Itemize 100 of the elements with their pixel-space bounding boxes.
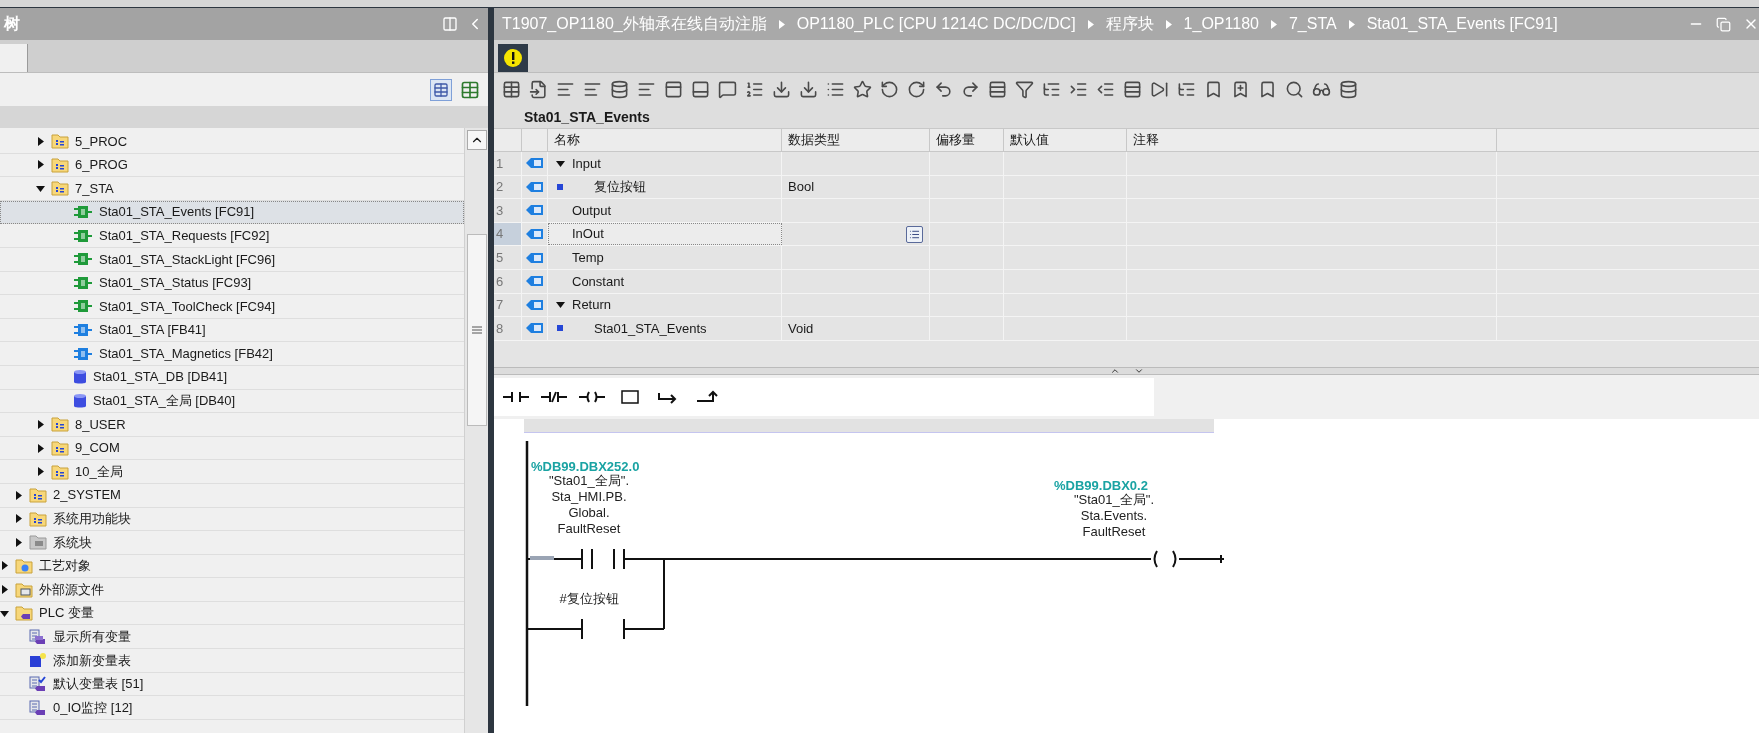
table-icon[interactable] [502, 80, 521, 99]
tree-item[interactable]: 6_PROG [0, 153, 464, 178]
tree-item[interactable]: 5_PROC [0, 130, 464, 154]
column-header[interactable]: 数据类型 [782, 129, 930, 151]
tree-item[interactable]: 添加新变量表 [0, 649, 464, 673]
variable-name[interactable]: Temp [572, 247, 604, 268]
caret-icon[interactable] [36, 419, 45, 429]
tree-item[interactable]: Sta01_STA_ToolCheck [FC94] [0, 295, 464, 319]
tree-item[interactable]: PLC 变量 [0, 601, 464, 626]
list-icon[interactable] [637, 80, 656, 99]
warning-tab[interactable] [498, 44, 528, 72]
type-picker-button[interactable] [906, 225, 923, 243]
row-number[interactable]: 8 [494, 317, 522, 340]
table-icon[interactable] [430, 78, 452, 101]
variable-name[interactable]: 复位按钮 [572, 177, 646, 197]
search-icon[interactable] [1285, 80, 1304, 99]
variable-name[interactable]: Constant [572, 271, 625, 291]
rotate-icon[interactable] [880, 80, 899, 99]
redo-icon[interactable] [961, 80, 980, 99]
data-type[interactable]: Void [788, 318, 814, 339]
glasses-icon[interactable] [1312, 80, 1331, 99]
caret-icon[interactable] [14, 537, 23, 547]
tree-item[interactable]: 外部源文件 [0, 578, 464, 602]
align-icon[interactable] [556, 80, 575, 99]
variable-name[interactable]: Input [572, 153, 601, 174]
column-header[interactable]: 注释 [1127, 129, 1497, 151]
rows-icon[interactable] [988, 80, 1007, 99]
tree-item[interactable]: Sta01_STA_Magnetics [FB42] [0, 342, 464, 366]
database-icon[interactable] [610, 80, 629, 99]
file-icon[interactable] [529, 80, 548, 99]
download-icon[interactable] [772, 80, 791, 99]
tree-item[interactable]: 9_COM [0, 436, 464, 461]
tree-item[interactable]: Sta01_STA [FB41] [0, 318, 464, 343]
column-header[interactable]: 默认值 [1004, 129, 1127, 151]
tree-item[interactable]: Sta01_STA_StackLight [FC96] [0, 247, 464, 272]
variable-name[interactable]: Return [572, 295, 612, 315]
list-icon[interactable] [745, 80, 764, 99]
caret-icon[interactable] [36, 160, 45, 170]
tree-item[interactable]: Sta01_STA_Status [FC93] [0, 271, 464, 296]
row-number[interactable]: 6 [494, 269, 522, 293]
folder-icon [51, 463, 69, 480]
variable-name[interactable]: InOut [572, 224, 604, 244]
tree-item[interactable]: 系统用功能块 [0, 507, 464, 532]
list-icon[interactable] [1177, 80, 1196, 99]
tree-item[interactable]: Sta01_STA_DB [DB41] [0, 365, 464, 390]
tree-item[interactable]: 10_全局 [0, 460, 464, 484]
caret-icon[interactable] [14, 514, 23, 524]
caret-icon[interactable] [36, 184, 45, 193]
tree-item[interactable]: Sta01_STA_Requests [FC92] [0, 224, 464, 248]
scroll-up-button[interactable] [466, 130, 487, 150]
rows-icon[interactable] [1123, 80, 1142, 99]
list-icon[interactable] [826, 80, 845, 99]
comment-icon[interactable] [718, 80, 737, 99]
tree-item[interactable]: 工艺对象 [0, 554, 464, 579]
column-header[interactable]: 名称 [548, 129, 782, 151]
indent-icon[interactable] [1069, 80, 1088, 99]
caret-icon[interactable] [0, 561, 9, 571]
caret-icon[interactable] [36, 467, 45, 477]
caret-icon[interactable] [36, 443, 45, 453]
scrollbar-thumb[interactable] [466, 234, 487, 426]
tree-item[interactable]: Sta01_STA_Events [FC91] [0, 200, 464, 225]
tree-item[interactable]: 默认变量表 [51] [0, 672, 464, 697]
caret-icon[interactable] [14, 490, 23, 500]
tree-item[interactable]: 2_SYSTEM [0, 483, 464, 508]
caret-icon[interactable] [555, 300, 565, 310]
row-number[interactable]: 5 [494, 246, 522, 269]
tree-item[interactable]: 0_IO监控 [12] [0, 696, 464, 720]
caret-icon[interactable] [555, 158, 565, 168]
table-icon[interactable] [460, 79, 480, 100]
row-number[interactable]: 1 [494, 152, 522, 175]
list-icon[interactable] [1042, 80, 1061, 99]
undo-icon[interactable] [934, 80, 953, 99]
caret-icon[interactable] [36, 136, 45, 146]
row-number[interactable]: 3 [494, 199, 522, 222]
rotate-icon[interactable] [907, 80, 926, 99]
align-icon[interactable] [583, 80, 602, 99]
bookmark-icon[interactable] [1231, 80, 1250, 99]
panel-icon[interactable] [691, 80, 710, 99]
caret-icon[interactable] [0, 608, 9, 618]
caret-icon[interactable] [0, 585, 9, 595]
filter-icon[interactable] [1015, 80, 1034, 99]
tree-item[interactable]: Sta01_STA_全局 [DB40] [0, 389, 464, 414]
variable-name[interactable]: Output [572, 200, 612, 221]
skip-icon[interactable] [1150, 80, 1169, 99]
download-icon[interactable] [799, 80, 818, 99]
tree-item[interactable]: 7_STA [0, 177, 464, 201]
panel-icon[interactable] [664, 80, 683, 99]
tree-item[interactable]: 8_USER [0, 413, 464, 437]
column-header[interactable]: 偏移量 [930, 129, 1004, 151]
data-type[interactable]: Bool [788, 177, 815, 197]
row-number[interactable]: 7 [494, 293, 522, 317]
bookmark-icon[interactable] [1258, 80, 1277, 99]
database-icon[interactable] [1339, 80, 1358, 99]
star-icon[interactable] [853, 80, 872, 99]
tree-item[interactable]: 系统块 [0, 531, 464, 555]
tree-item[interactable]: 显示所有变量 [0, 625, 464, 650]
bookmark-icon[interactable] [1204, 80, 1223, 99]
row-number[interactable]: 2 [494, 175, 522, 199]
variable-name[interactable]: Sta01_STA_Events [572, 318, 707, 339]
outdent-icon[interactable] [1096, 80, 1115, 99]
